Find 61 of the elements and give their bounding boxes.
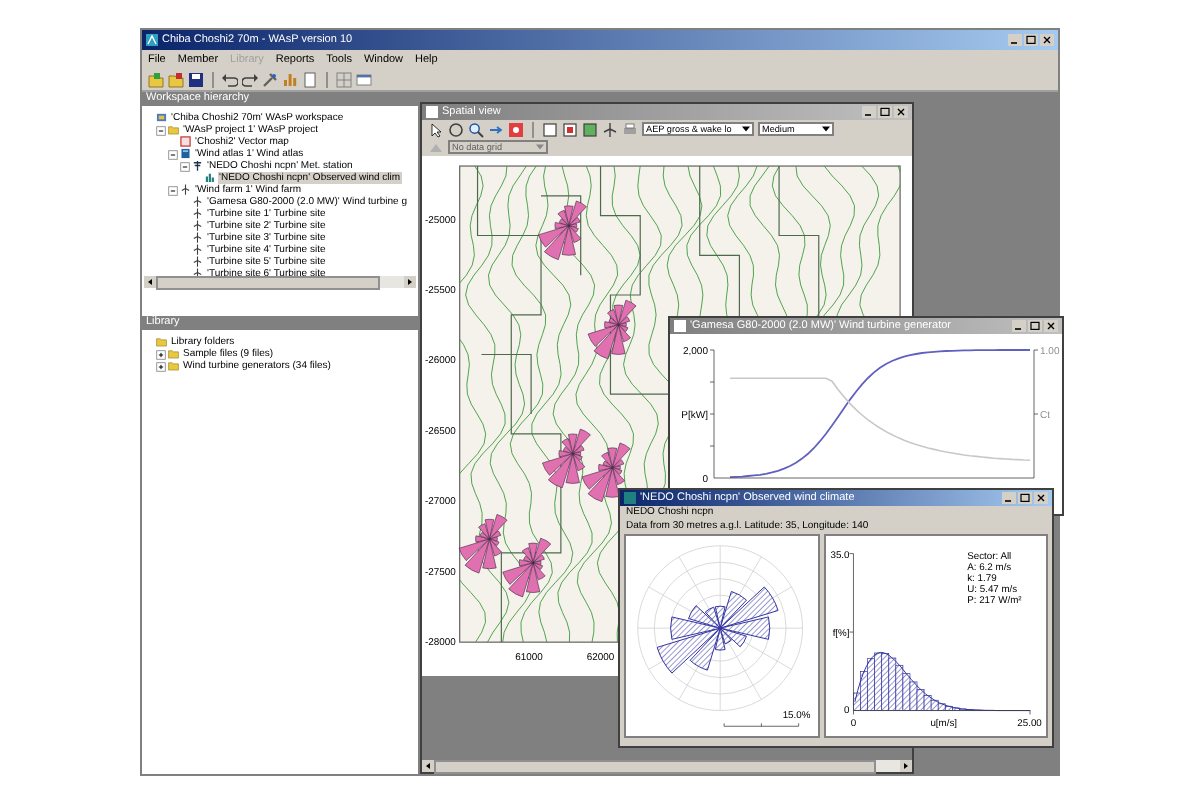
wind-rose-drawing — [502, 537, 552, 598]
wind-rose-drawing — [542, 428, 591, 489]
maximize-icon[interactable] — [1018, 492, 1032, 504]
scroll-left-icon[interactable] — [422, 760, 434, 772]
workspace-icon — [156, 112, 167, 124]
maximize-icon[interactable] — [1024, 34, 1038, 46]
save-icon[interactable] — [188, 71, 204, 87]
window-icon — [624, 492, 636, 504]
expand-icon[interactable] — [156, 361, 166, 371]
scroll-right-icon[interactable] — [900, 760, 912, 772]
close-icon[interactable] — [894, 106, 908, 118]
scale-bar — [723, 722, 800, 727]
horizontal-scrollbar[interactable] — [144, 276, 416, 288]
book-icon — [180, 148, 191, 160]
scroll-right-icon[interactable] — [404, 276, 416, 288]
target-icon[interactable] — [508, 121, 524, 137]
wind-rose-drawing — [538, 200, 587, 260]
maximize-icon[interactable] — [878, 106, 892, 118]
turbine-icon[interactable] — [602, 121, 618, 137]
caret-icon — [822, 126, 830, 132]
map-icon — [180, 136, 191, 148]
collapse-icon[interactable] — [180, 161, 190, 171]
chart-icon — [204, 172, 215, 184]
caret-icon — [742, 126, 750, 132]
caret-icon — [536, 144, 544, 150]
wind-rose-drawing — [458, 514, 508, 574]
minimize-icon[interactable] — [862, 106, 876, 118]
close-icon[interactable] — [1040, 34, 1054, 46]
scroll-left-icon[interactable] — [144, 276, 156, 288]
wind-rose-drawing — [587, 299, 637, 360]
tools-icon[interactable] — [262, 71, 278, 87]
arrow-icon[interactable] — [488, 121, 504, 137]
close-icon[interactable] — [1044, 320, 1058, 332]
collapse-icon[interactable] — [156, 125, 166, 135]
square-icon[interactable] — [562, 121, 578, 137]
app-icon — [146, 34, 158, 46]
undo-icon[interactable] — [222, 71, 238, 87]
new-icon[interactable] — [168, 71, 184, 87]
document-icon[interactable] — [302, 71, 318, 87]
minimize-icon[interactable] — [1012, 320, 1026, 332]
mast-icon — [192, 160, 203, 172]
expand-icon[interactable] — [156, 349, 166, 359]
minimize-icon[interactable] — [1008, 34, 1022, 46]
scrollbar-thumb[interactable] — [156, 275, 380, 289]
folder-icon — [168, 124, 179, 136]
wind-rose-drawing — [656, 586, 779, 674]
minimize-icon[interactable] — [1002, 492, 1016, 504]
map-icon[interactable] — [582, 121, 598, 137]
wind-rose-drawing — [581, 442, 631, 502]
close-icon[interactable] — [1034, 492, 1048, 504]
window-icon — [426, 106, 438, 118]
collapse-icon[interactable] — [168, 185, 178, 195]
square-icon[interactable] — [542, 121, 558, 137]
printer-icon[interactable] — [622, 121, 638, 137]
collapse-icon[interactable] — [168, 149, 178, 159]
window-icon[interactable] — [356, 71, 372, 87]
pan-icon[interactable] — [448, 121, 464, 137]
maximize-icon[interactable] — [1028, 320, 1042, 332]
pointer-icon[interactable] — [428, 121, 444, 137]
search-icon[interactable] — [468, 121, 484, 137]
redo-icon[interactable] — [242, 71, 258, 87]
